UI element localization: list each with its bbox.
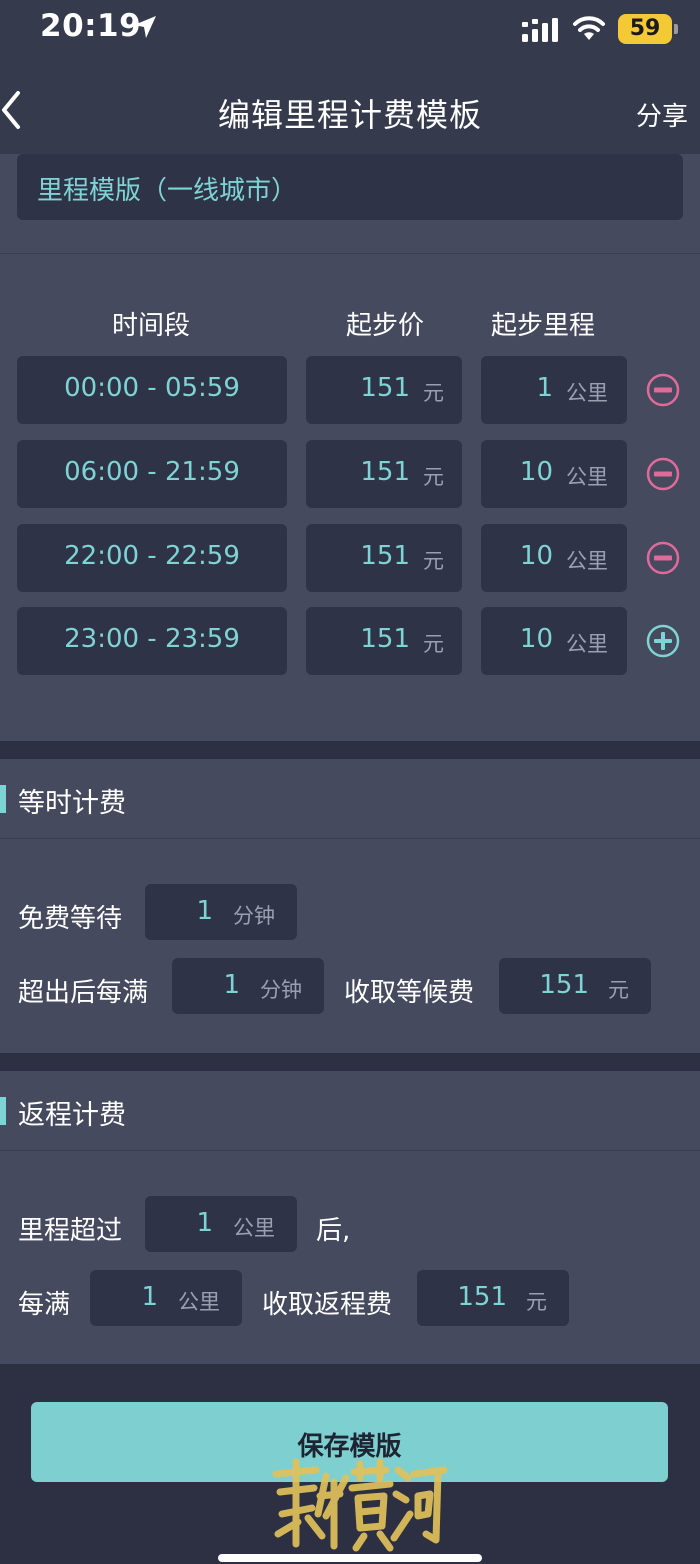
return-fee-header: 返程计费 <box>0 1071 700 1151</box>
status-bar: 20:19 59 <box>0 0 700 62</box>
start-price-unit: 元 <box>423 549 444 573</box>
free-wait-unit: 分钟 <box>233 904 275 928</box>
bottom-area: 保存模版 <box>0 1364 700 1564</box>
every-wait-unit: 分钟 <box>260 978 302 1002</box>
time-range-value: 06:00 - 21:59 <box>64 457 240 487</box>
battery-indicator: 59 <box>618 14 678 44</box>
start-price-value: 151 <box>360 541 410 571</box>
start-distance-field[interactable]: 10 公里 <box>481 524 627 592</box>
return-fee-body: 里程超过 1 公里 后, 每满 1 公里 收取返程费 151 元 <box>0 1152 700 1364</box>
waiting-charge-unit: 元 <box>608 978 629 1002</box>
tier-section: 时间段 起步价 起步里程 00:00 - 05:59 151 元 1 公里 06… <box>0 255 700 741</box>
section-accent-bar <box>0 1097 6 1125</box>
exceed-distance-field[interactable]: 1 公里 <box>145 1196 297 1252</box>
every-distance-label: 每满 <box>18 1290 71 1320</box>
start-distance-unit: 公里 <box>566 465 608 489</box>
start-distance-value: 10 <box>519 624 553 654</box>
start-distance-field[interactable]: 10 公里 <box>481 440 627 508</box>
start-distance-value: 1 <box>536 373 553 403</box>
exceed-distance-label: 里程超过 <box>18 1216 123 1246</box>
time-range-value: 00:00 - 05:59 <box>64 373 240 403</box>
time-range-value: 23:00 - 23:59 <box>64 624 240 654</box>
minus-circle-icon[interactable] <box>646 457 680 491</box>
start-price-field[interactable]: 151 元 <box>306 524 462 592</box>
battery-cap <box>674 24 678 34</box>
start-price-field[interactable]: 151 元 <box>306 356 462 424</box>
start-distance-field[interactable]: 1 公里 <box>481 356 627 424</box>
start-distance-unit: 公里 <box>566 632 608 656</box>
waiting-fee-body: 免费等待 1 分钟 超出后每满 1 分钟 收取等候费 151 元 <box>0 840 700 1053</box>
every-wait-field[interactable]: 1 分钟 <box>172 958 324 1014</box>
section-accent-bar <box>0 785 6 813</box>
template-name-section: 里程模版（一线城市） <box>0 154 700 254</box>
section-divider <box>0 1053 700 1071</box>
free-wait-label: 免费等待 <box>18 904 123 934</box>
column-header-distance: 起步里程 <box>491 311 596 341</box>
page-title: 编辑里程计费模板 <box>217 96 482 134</box>
start-price-field[interactable]: 151 元 <box>306 607 462 675</box>
start-price-value: 151 <box>360 373 410 403</box>
start-distance-value: 10 <box>519 541 553 571</box>
template-name-value: 里程模版（一线城市） <box>37 176 298 206</box>
column-header-time: 时间段 <box>112 311 191 341</box>
exceed-distance-value: 1 <box>196 1208 213 1238</box>
exceed-distance-unit: 公里 <box>233 1216 275 1240</box>
waiting-fee-title: 等时计费 <box>18 788 126 819</box>
status-time: 20:19 <box>40 8 142 44</box>
page: 20:19 59 编辑里程计费模板 分享 里程模版（一线城市） 时间段 起步价 … <box>0 0 700 1564</box>
section-divider <box>0 741 700 759</box>
start-price-field[interactable]: 151 元 <box>306 440 462 508</box>
every-wait-label: 超出后每满 <box>18 978 149 1008</box>
plus-circle-icon[interactable] <box>646 624 680 658</box>
start-distance-field[interactable]: 10 公里 <box>481 607 627 675</box>
every-distance-unit: 公里 <box>178 1290 220 1314</box>
time-range-field[interactable]: 23:00 - 23:59 <box>17 607 287 675</box>
tier-row: 00:00 - 05:59 151 元 1 公里 <box>0 356 700 424</box>
return-charge-field[interactable]: 151 元 <box>417 1270 569 1326</box>
start-distance-unit: 公里 <box>566 549 608 573</box>
every-wait-value: 1 <box>223 970 240 1000</box>
minus-circle-icon[interactable] <box>646 373 680 407</box>
exceed-suffix: 后, <box>316 1216 351 1246</box>
time-range-field[interactable]: 22:00 - 22:59 <box>17 524 287 592</box>
waiting-fee-header: 等时计费 <box>0 759 700 839</box>
return-charge-label: 收取返程费 <box>262 1290 393 1320</box>
return-fee-title: 返程计费 <box>18 1100 126 1131</box>
nav-bar: 编辑里程计费模板 分享 <box>0 62 700 154</box>
template-name-field[interactable]: 里程模版（一线城市） <box>17 154 683 220</box>
cellular-signal-icon <box>522 18 558 42</box>
waiting-charge-value: 151 <box>539 970 589 1000</box>
waiting-charge-label: 收取等候费 <box>344 978 475 1008</box>
home-indicator <box>218 1554 482 1562</box>
tier-row: 22:00 - 22:59 151 元 10 公里 <box>0 524 700 592</box>
start-distance-value: 10 <box>519 457 553 487</box>
time-range-value: 22:00 - 22:59 <box>64 541 240 571</box>
location-arrow-icon <box>134 16 156 38</box>
every-distance-field[interactable]: 1 公里 <box>90 1270 242 1326</box>
tier-row: 23:00 - 23:59 151 元 10 公里 <box>0 607 700 675</box>
column-header-price: 起步价 <box>346 311 425 341</box>
every-distance-value: 1 <box>141 1282 158 1312</box>
wifi-icon <box>573 16 605 40</box>
start-price-unit: 元 <box>423 381 444 405</box>
free-wait-value: 1 <box>196 896 213 926</box>
return-charge-unit: 元 <box>526 1290 547 1314</box>
minus-circle-icon[interactable] <box>646 541 680 575</box>
share-button[interactable]: 分享 <box>636 96 688 133</box>
start-price-value: 151 <box>360 624 410 654</box>
tier-row: 06:00 - 21:59 151 元 10 公里 <box>0 440 700 508</box>
waiting-charge-field[interactable]: 151 元 <box>499 958 651 1014</box>
battery-level: 59 <box>629 16 661 41</box>
start-price-unit: 元 <box>423 465 444 489</box>
return-charge-value: 151 <box>457 1282 507 1312</box>
time-range-field[interactable]: 06:00 - 21:59 <box>17 440 287 508</box>
watermark-logo <box>272 1458 448 1552</box>
time-range-field[interactable]: 00:00 - 05:59 <box>17 356 287 424</box>
free-wait-field[interactable]: 1 分钟 <box>145 884 297 940</box>
start-distance-unit: 公里 <box>566 381 608 405</box>
start-price-value: 151 <box>360 457 410 487</box>
start-price-unit: 元 <box>423 632 444 656</box>
